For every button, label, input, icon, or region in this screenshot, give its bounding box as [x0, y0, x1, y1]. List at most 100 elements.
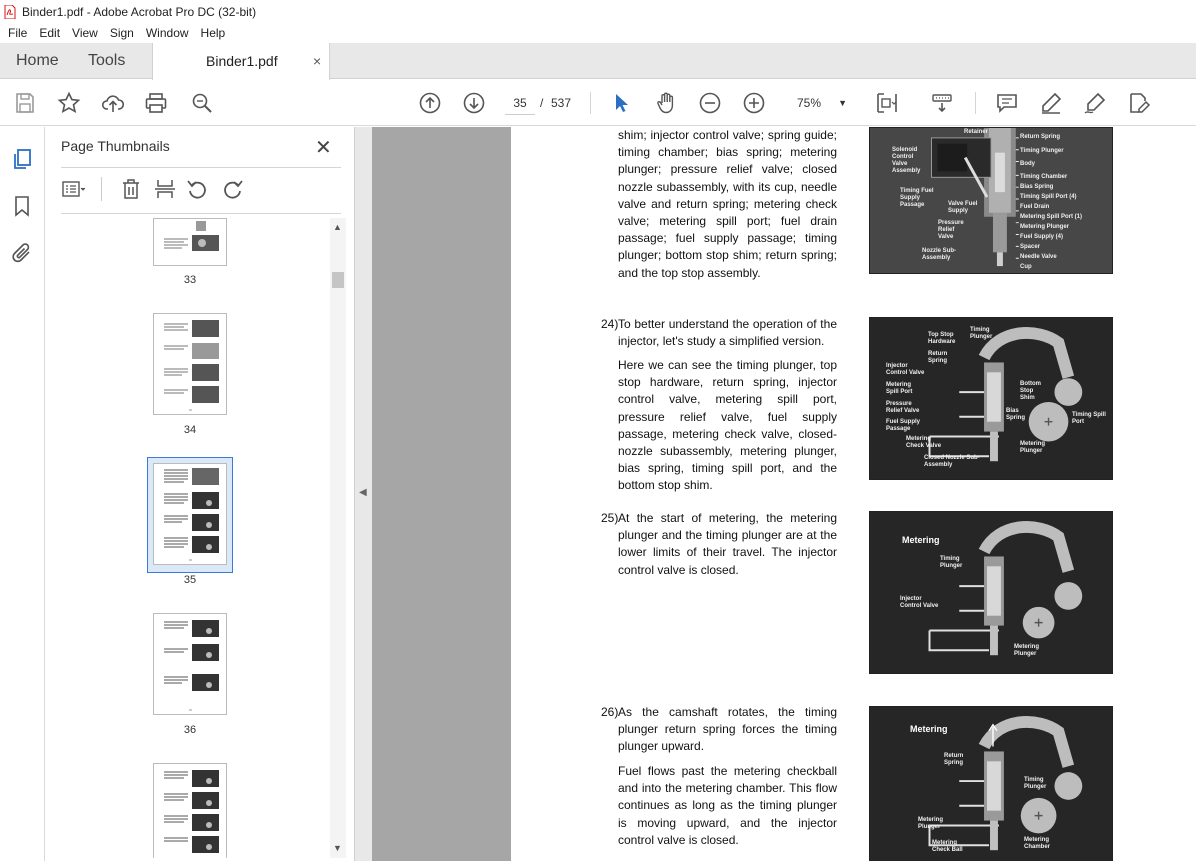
chevron-down-icon: ▼ [838, 98, 847, 108]
simplified-injector-drawing [870, 318, 1112, 479]
tab-home[interactable]: Home [16, 43, 59, 79]
item-26-detail-text: Fuel flows past the metering checkball a… [618, 764, 837, 847]
sign-pen-icon[interactable] [1082, 90, 1108, 116]
zoom-in-icon[interactable] [741, 90, 767, 116]
menu-help[interactable]: Help [195, 26, 232, 40]
page-fit-icon[interactable] [874, 90, 900, 116]
thumbnail-page[interactable] [153, 613, 227, 715]
thumbnail-toolbar [61, 177, 341, 203]
highlight-pen-icon[interactable] [1038, 90, 1064, 116]
fig4-title: Metering [910, 724, 948, 734]
edit-document-icon[interactable] [1126, 90, 1152, 116]
thumbnail-preview [164, 468, 219, 561]
fig4-label: Metering Plunger [918, 817, 944, 830]
fig2-label: Top Stop Hardware [928, 332, 956, 345]
tab-close-icon[interactable]: × [313, 43, 321, 80]
menu-view[interactable]: View [66, 26, 104, 40]
hand-tool-icon[interactable] [653, 90, 679, 116]
fig2-label: Bias Spring [1006, 408, 1025, 421]
delete-trash-icon[interactable] [119, 177, 143, 201]
next-page-icon[interactable] [461, 90, 487, 116]
fig1-label: Return Spring [1020, 134, 1060, 140]
thumbnail-page-current[interactable] [153, 463, 227, 565]
fig2-label: Metering Plunger [1020, 441, 1046, 454]
scrollbar-thumb[interactable] [332, 272, 344, 288]
page-thumbnails-icon[interactable] [10, 147, 34, 171]
fig1-label: Cup [1020, 264, 1032, 270]
menu-file[interactable]: File [2, 26, 33, 40]
menu-bar: File Edit View Sign Window Help [0, 23, 1196, 43]
fig2-label: Return Spring [928, 351, 948, 364]
item-25-number: 25) [601, 511, 619, 525]
bookmarks-icon[interactable] [10, 194, 34, 218]
panel-splitter[interactable]: ◀ [355, 127, 372, 861]
fig4-label: Return Spring [944, 753, 964, 766]
thumbnail-page[interactable] [153, 313, 227, 415]
tab-document-label: Binder1.pdf [206, 53, 278, 69]
menu-window[interactable]: Window [140, 26, 195, 40]
save-icon[interactable] [12, 90, 38, 116]
fig1-label: Metering Plunger [1020, 224, 1070, 230]
fig1-label: Pressure Relief Valve [938, 220, 964, 240]
fig2-label: Metering Check Valve [906, 436, 942, 449]
simplified-injector-figure: Top Stop Hardware Timing Plunger Return … [869, 317, 1113, 480]
menu-sign[interactable]: Sign [104, 26, 140, 40]
thumbnail-preview [164, 770, 219, 853]
thumbnail-options-icon[interactable] [61, 177, 85, 201]
select-cursor-icon[interactable] [609, 90, 635, 116]
collapse-panel-arrow-icon[interactable]: ◀ [359, 487, 367, 498]
bookmark-star-icon[interactable] [56, 90, 82, 116]
tab-tools[interactable]: Tools [88, 43, 125, 79]
keyboard-scroll-icon[interactable] [929, 90, 955, 116]
item-24-detail-text: Here we can see the timing plunger, top … [618, 358, 837, 493]
thumbnail-list: 33 34 35 36 [61, 218, 347, 858]
fig4-label: Metering Check Ball [932, 840, 963, 853]
item-25-text: At the start of metering, the metering p… [618, 511, 837, 577]
close-icon[interactable]: ✕ [315, 135, 332, 160]
thumbnail-label: 36 [183, 724, 197, 736]
fig1-label: Retainer [964, 129, 989, 135]
thumbnail-label: 33 [183, 274, 197, 286]
zoom-level-dropdown[interactable]: 75% ▼ [787, 91, 849, 115]
thumbnail-scrollbar[interactable]: ▲ ▼ [330, 218, 346, 858]
cloud-upload-icon[interactable] [100, 90, 126, 116]
thumbnail-page[interactable] [153, 218, 227, 266]
fig1-label: Spacer [1020, 244, 1041, 250]
thumbnail-preview [164, 221, 219, 251]
fig1-label: Metering Spill Port (1) [1020, 214, 1083, 220]
panel-divider [61, 213, 341, 214]
fig4-label: Timing Plunger [1024, 777, 1047, 790]
fig3-title: Metering [902, 535, 940, 545]
fig2-label: Timing Plunger [970, 327, 993, 340]
fig2-label: Pressure Relief Valve [886, 401, 920, 414]
comment-icon[interactable] [994, 90, 1020, 116]
print-icon[interactable] [143, 90, 169, 116]
rotate-counterclockwise-icon[interactable] [185, 177, 209, 201]
previous-page-icon[interactable] [417, 90, 443, 116]
acrobat-pdf-icon [4, 4, 16, 19]
navigation-rail [0, 127, 45, 861]
fig1-label: Timing Fuel Supply Passage [900, 188, 934, 208]
menu-edit[interactable]: Edit [33, 26, 66, 40]
injector-cutaway-figure: Retainer Return Spring Timing Plunger Bo… [869, 127, 1113, 274]
acrobat-window: Binder1.pdf - Adobe Acrobat Pro DC (32-b… [0, 0, 1196, 861]
scroll-up-arrow-icon[interactable]: ▲ [333, 222, 342, 232]
search-zoom-icon[interactable] [189, 90, 215, 116]
attachments-paperclip-icon[interactable] [10, 241, 34, 265]
current-page-input[interactable]: 35 [505, 91, 535, 115]
rotate-clockwise-icon[interactable] [221, 177, 245, 201]
item-26-text: As the camshaft rotates, the timing plun… [618, 705, 837, 754]
thumbnail-label: 35 [183, 574, 197, 586]
extract-pages-icon[interactable] [153, 177, 177, 201]
fig1-label: Timing Spill Port (4) [1020, 194, 1077, 200]
fig1-label: Nozzle Sub-Assembly [922, 248, 956, 261]
scroll-down-arrow-icon[interactable]: ▼ [333, 843, 342, 853]
document-viewer[interactable]: shim; injector control valve; spring gui… [372, 127, 1196, 861]
window-title: Binder1.pdf - Adobe Acrobat Pro DC (32-b… [22, 4, 257, 19]
thumbnail-page[interactable] [153, 763, 227, 858]
item-26-number: 26) [601, 705, 619, 719]
metering-flow-drawing [870, 707, 1112, 861]
zoom-out-icon[interactable] [697, 90, 723, 116]
tab-document[interactable]: Binder1.pdf × [152, 43, 330, 80]
item-24-text: To better understand the operation of th… [618, 317, 837, 349]
